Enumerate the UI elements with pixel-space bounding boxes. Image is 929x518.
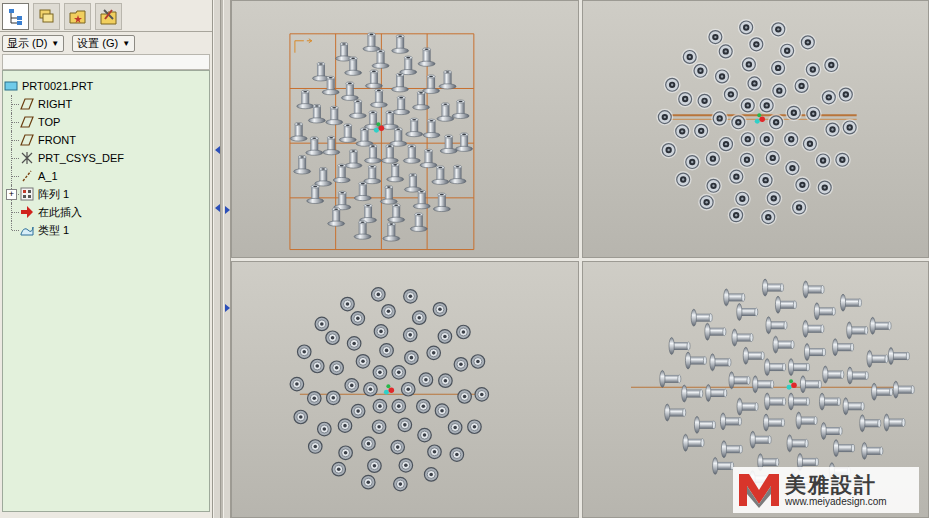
tree-item[interactable]: PRT_CSYS_DEF [3,149,209,167]
viewport[interactable] [231,0,579,258]
bottom-rivet-pattern-icon [232,262,578,518]
surface-icon [20,223,34,237]
menu-button[interactable]: 显示 (D) ▼ [2,35,64,52]
navigator-tab[interactable] [33,3,60,30]
tree-connector [4,113,20,131]
viewport[interactable] [582,0,929,258]
tree-item[interactable]: A_1 [3,167,209,185]
insert-icon [20,205,34,219]
tree-label: A_1 [38,168,58,185]
watermark: 美雅設計www.meiyadesign.com [733,467,919,513]
tree-label: PRT0021.PRT [22,78,93,95]
top-rivet-pattern-icon [583,1,929,257]
tree-label: 阵列 1 [38,186,69,203]
navigator-tab[interactable] [95,3,122,30]
watermark-text: 美雅設計www.meiyadesign.com [785,473,887,507]
favorites-folder-icon [69,8,87,26]
expand-right-icon[interactable] [225,304,230,312]
tree-item[interactable]: TOP [3,113,209,131]
navigator-panel: 显示 (D) ▼ 设置 (G) ▼ PRT0021.PRTRIGHTTOPFRONTP… [0,0,213,518]
csys-icon [20,151,34,165]
tree-connector [4,95,20,113]
collapse-left-icon[interactable] [215,204,220,212]
tree-item[interactable]: RIGHT [3,95,209,113]
brand-url: www.meiyadesign.com [785,496,887,507]
tree-toolbar: 显示 (D) ▼ 设置 (G) ▼ [0,32,212,54]
sketch-rivet-pattern-icon [232,1,578,257]
layers-icon [38,8,56,26]
tree-label: PRT_CSYS_DEF [38,150,124,167]
plane-icon [20,115,34,129]
tree-item[interactable]: + 阵列 1 [3,185,209,203]
tree-label: 类型 1 [38,222,69,239]
viewport[interactable] [231,261,579,518]
tree-item[interactable]: PRT0021.PRT [3,77,209,95]
tree-connector [4,149,20,167]
navigator-tab[interactable] [2,3,29,30]
dropdown-arrow: ▼ [51,40,59,48]
tree-label: TOP [38,114,60,131]
panel-sash[interactable] [213,0,231,518]
tree-label: 在此插入 [38,204,82,221]
tree-item[interactable]: FRONT [3,131,209,149]
tree-label: RIGHT [38,96,72,113]
menu-button[interactable]: 设置 (G) ▼ [72,35,135,52]
tree-connector [4,167,20,185]
navigator-tabs [0,0,212,32]
axis-icon [20,169,34,183]
brand-name: 美雅設計 [785,473,887,496]
tree-item[interactable]: 类型 1 [3,221,209,239]
part-icon [4,79,18,93]
expand-right-icon[interactable] [225,206,230,214]
tree-item[interactable]: 在此插入 [3,203,209,221]
tree-label: FRONT [38,132,76,149]
meiya-logo-icon [737,470,781,510]
button-label: 显示 (D) [7,38,47,49]
collapse-left-icon[interactable] [215,146,220,154]
expand-toggle[interactable]: + [6,189,17,200]
plane-icon [20,133,34,147]
model-tree-icon [7,8,25,26]
tree-header [2,54,210,70]
tree-connector [4,221,20,239]
plane-icon [20,97,34,111]
tree-connector [4,203,20,221]
pattern-icon [20,187,34,201]
graphics-area[interactable]: 美雅設計www.meiyadesign.com [231,0,929,518]
dropdown-arrow: ▼ [122,40,130,48]
tree-connector [4,131,20,149]
model-tree[interactable]: PRT0021.PRTRIGHTTOPFRONTPRT_CSYS_DEFA_1+… [2,70,210,512]
tools-folder-icon [100,8,118,26]
navigator-tab[interactable] [64,3,91,30]
button-label: 设置 (G) [77,38,118,49]
tree-connector: + [4,185,20,203]
